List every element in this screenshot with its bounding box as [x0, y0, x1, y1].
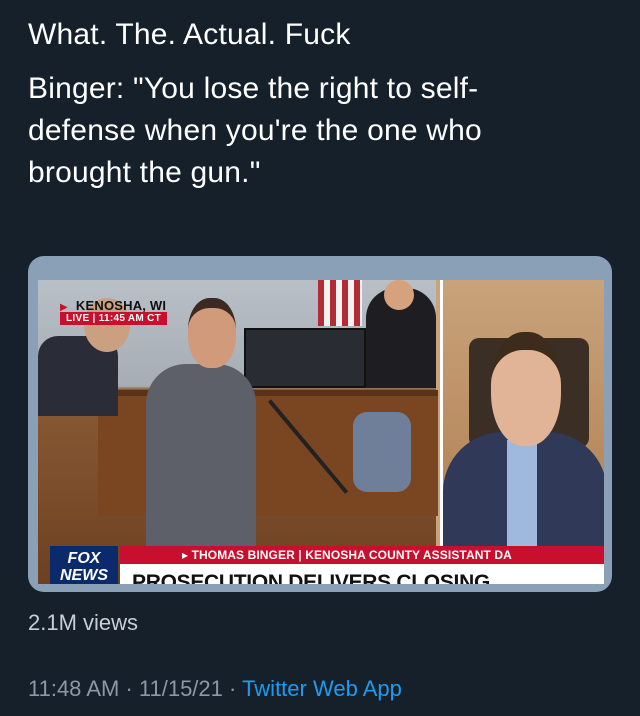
name-strip: ▸ THOMAS BINGER | KENOSHA COUNTY ASSISTA…: [120, 546, 604, 564]
source-app-link[interactable]: Twitter Web App: [242, 676, 402, 701]
judge-head: [384, 280, 414, 310]
tweet-line: brought the gun.": [28, 156, 261, 189]
name-strip-text: THOMAS BINGER | KENOSHA COUNTY ASSISTANT…: [191, 548, 512, 562]
lower-third: FOX NEWS channel ▸ THOMAS BINGER | KENOS…: [50, 544, 604, 584]
location-label: ▶ KENOSHA, WI: [60, 298, 166, 313]
timestamp-link[interactable]: 11:48 AM: [28, 676, 119, 701]
headline-strip: PROSECUTION DELIVERS CLOSING ARGUMENT: [120, 564, 604, 584]
live-badge: LIVE | 11:45 AM CT: [60, 312, 168, 325]
fox-news-logo: FOX NEWS channel: [50, 546, 118, 584]
courtroom-scene: [38, 280, 438, 584]
separator: ·: [222, 676, 243, 701]
chair-graphic: [353, 412, 411, 492]
tweet-line: defense when you're the one who: [28, 114, 482, 147]
tweet-meta: 11:48 AM · 11/15/21 · Twitter Web App: [28, 676, 402, 702]
tweet-line: What. The. Actual. Fuck: [28, 18, 351, 51]
flag-graphic: [318, 280, 362, 326]
logo-news-text: NEWS: [60, 567, 108, 584]
tweet-line: Binger: "You lose the right to self-: [28, 72, 479, 105]
speaker-head: [188, 298, 236, 368]
defendant-scene: [440, 280, 604, 584]
date-link[interactable]: 11/15/21: [139, 676, 223, 701]
arrow-icon: ▸: [182, 548, 192, 562]
logo-fox-text: FOX: [67, 550, 101, 567]
video-thumbnail[interactable]: ▶ KENOSHA, WI LIVE | 11:45 AM CT FOX NEWS…: [28, 256, 612, 592]
shirt-graphic: [507, 440, 537, 550]
defendant-head: [491, 332, 561, 446]
view-count: 2.1M views: [28, 610, 139, 635]
location-text: KENOSHA, WI: [75, 298, 167, 313]
monitor-graphic: [244, 328, 366, 388]
separator: ·: [119, 676, 139, 701]
video-frame: ▶ KENOSHA, WI LIVE | 11:45 AM CT FOX NEWS…: [38, 280, 604, 584]
tweet-text: What. The. Actual. Fuck Binger: "You los…: [28, 14, 618, 194]
